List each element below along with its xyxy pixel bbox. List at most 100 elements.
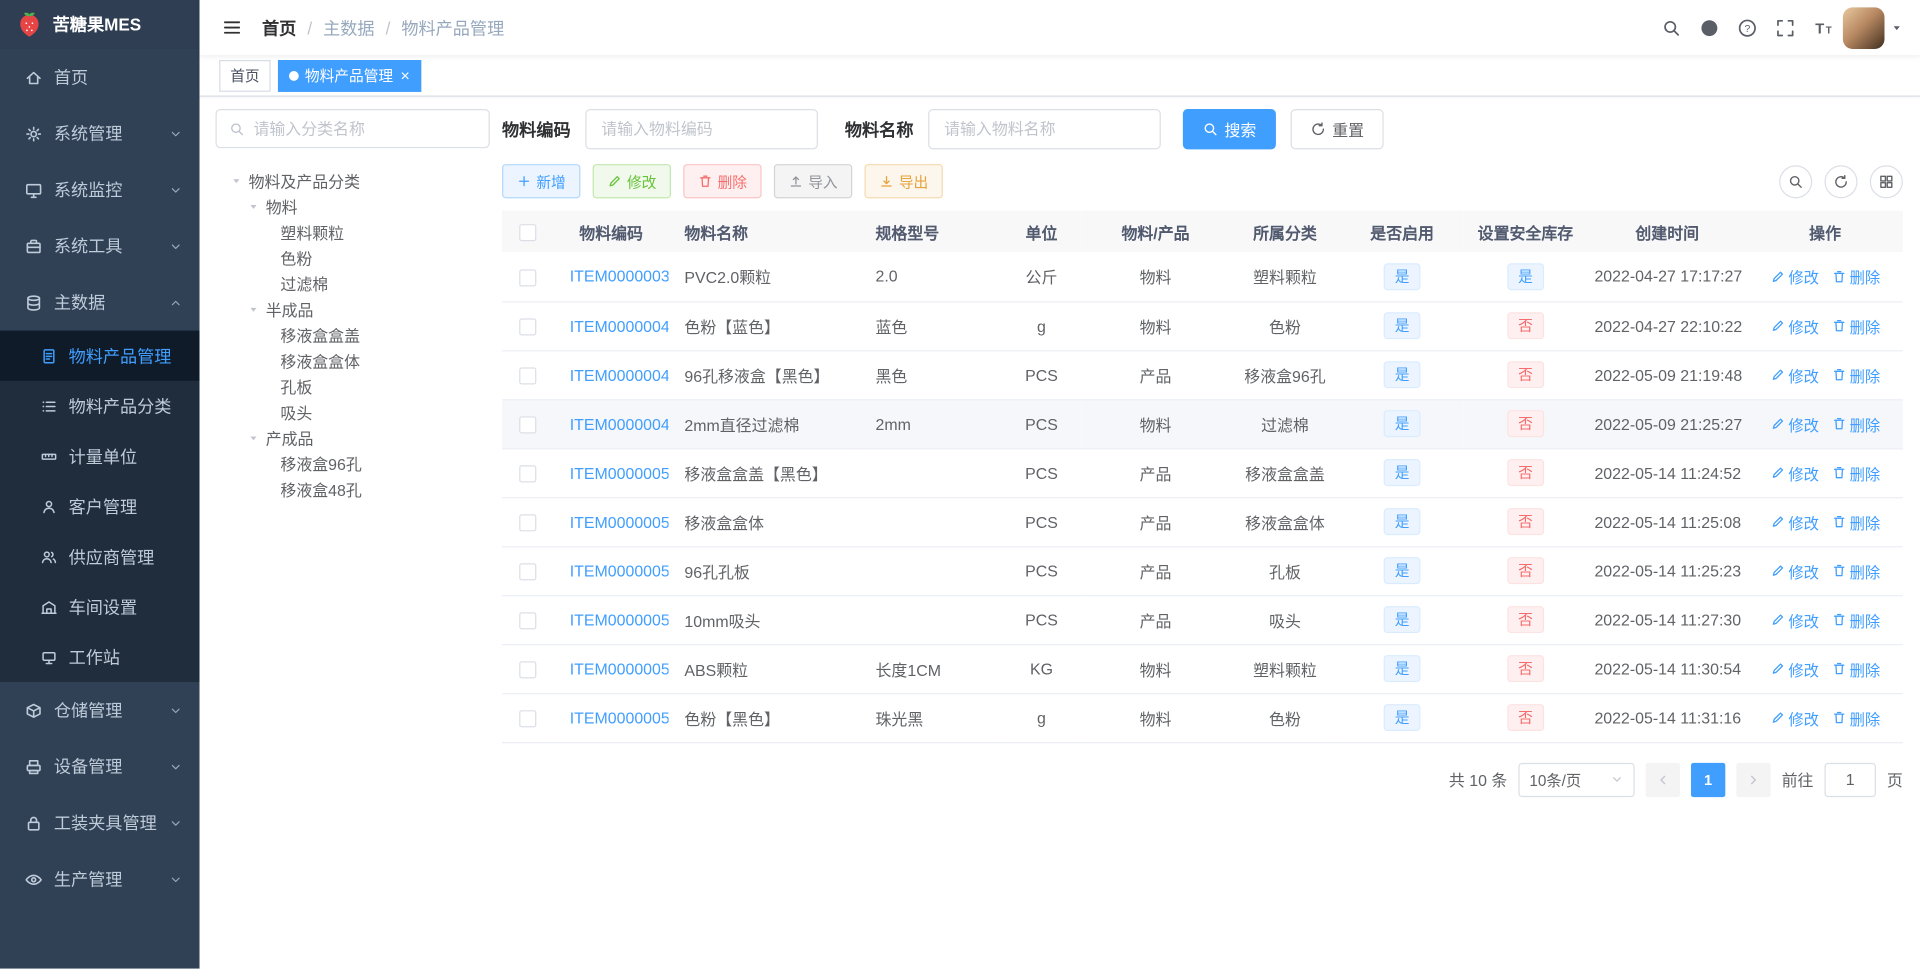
user-menu[interactable] [1842,6,1903,49]
row-edit-link[interactable]: 修改 [1770,706,1819,729]
table-row[interactable]: ITEM00000051 移液盒盒盖【黑色】 PCS 产品 移液盒盒盖 是 否 2022-05… [502,448,1903,498]
sidebar-subitem-supplier-management[interactable]: 供应商管理 [0,531,200,581]
sidebar-subitem-workshop-settings[interactable]: 车间设置 [0,582,200,632]
table-row[interactable]: ITEM00000049 2mm直径过滤棉 2mm PCS 物料 过滤棉 是 否 2022-05… [502,399,1903,449]
tree-node-12[interactable]: 移液盒48孔 [216,476,490,502]
tree-node-11[interactable]: 移液盒96孔 [216,451,490,477]
caret-down-icon[interactable] [247,432,265,444]
item-code-link[interactable]: ITEM00000051 [570,463,669,481]
tree-node-8[interactable]: 孔板 [216,373,490,399]
row-checkbox[interactable] [519,611,537,630]
table-row[interactable]: ITEM00000054 10mm吸头 PCS 产品 吸头 是 否 2022-05-14 11… [502,595,1903,645]
tree-node-1[interactable]: 物料 [216,193,490,219]
item-code-link[interactable]: ITEM00000053 [570,561,669,579]
caret-down-icon[interactable] [247,200,265,212]
fullscreen-icon[interactable] [1776,18,1796,38]
tree-node-9[interactable]: 吸头 [216,399,490,425]
row-delete-link[interactable]: 删除 [1831,657,1880,680]
breadcrumb-item[interactable]: 主数据 [323,15,374,39]
sidebar-item-production-management[interactable]: 生产管理 [0,851,200,907]
breadcrumb-item[interactable]: 物料产品管理 [401,15,504,39]
row-checkbox[interactable] [519,367,537,385]
sidebar-item-system-tools[interactable]: 系统工具 [0,218,200,274]
table-row[interactable]: ITEM00000037 PVC2.0颗粒 2.0 公斤 物料 塑料颗粒 是 是 2022-04… [502,252,1903,302]
row-edit-link[interactable]: 修改 [1770,314,1819,337]
hamburger-icon[interactable] [217,17,248,38]
tree-node-6[interactable]: 移液盒盒盖 [216,322,490,348]
close-icon[interactable]: × [400,66,409,84]
row-checkbox[interactable] [519,416,537,434]
row-edit-link[interactable]: 修改 [1770,510,1819,533]
font-size-icon[interactable]: TT [1813,18,1833,38]
search-button[interactable]: 搜索 [1182,108,1276,150]
row-edit-link[interactable]: 修改 [1770,461,1819,484]
avatar[interactable] [1842,6,1885,49]
row-checkbox[interactable] [519,465,537,483]
sidebar-item-system-management[interactable]: 系统管理 [0,105,200,161]
tree-node-7[interactable]: 移液盒盒体 [216,348,490,374]
edit-button[interactable]: 修改 [592,164,672,199]
item-code-link[interactable]: ITEM00000056 [570,708,669,726]
caret-down-icon[interactable] [247,303,265,315]
item-code-link[interactable]: ITEM00000055 [570,659,669,677]
tab-1[interactable]: 物料产品管理 × [277,59,421,92]
row-checkbox[interactable] [519,660,537,679]
row-delete-link[interactable]: 删除 [1831,706,1880,729]
help-icon[interactable]: ? [1738,18,1758,38]
row-edit-link[interactable]: 修改 [1770,412,1819,435]
import-button[interactable]: 导入 [773,164,853,199]
sidebar-subitem-material-product-management[interactable]: 物料产品管理 [0,330,200,381]
category-search-input[interactable] [253,119,477,138]
row-checkbox[interactable] [519,268,537,286]
item-code-link[interactable]: ITEM00000041 [570,317,669,335]
select-all-checkbox[interactable] [519,223,537,241]
toggle-search-button[interactable] [1779,164,1813,198]
sidebar-item-system-monitor[interactable]: 系统监控 [0,162,200,218]
row-delete-link[interactable]: 删除 [1831,461,1880,484]
current-page-button[interactable]: 1 [1690,762,1726,797]
tree-node-4[interactable]: 过滤棉 [216,271,490,297]
sidebar-subitem-workstation[interactable]: 工作站 [0,632,200,682]
table-row[interactable]: ITEM00000053 96孔孔板 PCS 产品 孔板 是 否 2022-05-14 11:… [502,546,1903,596]
sidebar-subitem-material-product-category[interactable]: 物料产品分类 [0,381,200,431]
row-checkbox[interactable] [519,709,537,728]
sidebar-item-equipment-management[interactable]: 设备管理 [0,738,200,794]
row-delete-link[interactable]: 删除 [1831,559,1880,582]
sidebar-subitem-measurement-unit[interactable]: 计量单位 [0,431,200,481]
row-delete-link[interactable]: 删除 [1831,608,1880,631]
row-delete-link[interactable]: 删除 [1831,510,1880,533]
row-checkbox[interactable] [519,562,537,581]
tree-node-2[interactable]: 塑料颗粒 [216,219,490,245]
row-edit-link[interactable]: 修改 [1770,265,1819,288]
table-row[interactable]: ITEM00000056 色粉【黑色】 珠光黑 g 物料 色粉 是 否 2022-05-14 1… [502,693,1903,743]
row-edit-link[interactable]: 修改 [1770,657,1819,680]
sidebar-item-home[interactable]: 首页 [0,49,200,105]
sidebar-item-warehouse-management[interactable]: 仓储管理 [0,682,200,738]
delete-button[interactable]: 删除 [683,164,762,199]
tab-0[interactable]: 首页 [219,59,271,92]
breadcrumb-item[interactable]: 首页 [262,15,296,39]
next-page-button[interactable] [1736,762,1771,797]
row-delete-link[interactable]: 删除 [1831,314,1880,337]
columns-setting-button[interactable] [1869,164,1903,198]
table-row[interactable]: ITEM00000055 ABS颗粒 长度1CM KG 物料 塑料颗粒 是 否 2022-05-… [502,644,1903,694]
caret-down-icon[interactable] [230,174,248,186]
name-filter-input[interactable] [928,108,1161,150]
prev-page-button[interactable] [1645,762,1680,797]
add-button[interactable]: 新增 [502,164,581,199]
row-edit-link[interactable]: 修改 [1770,608,1819,631]
table-row[interactable]: ITEM00000052 移液盒盒体 PCS 产品 移液盒盒体是否 2022-05-14 … [502,497,1903,547]
reset-button[interactable]: 重置 [1290,108,1384,150]
table-row[interactable]: ITEM00000041 色粉【蓝色】 蓝色 g 物料 色粉 是 否 2022-04-27 22… [502,301,1903,351]
search-icon[interactable] [1662,18,1682,38]
tree-node-10[interactable]: 产成品 [216,425,490,451]
item-code-link[interactable]: ITEM00000037 [570,267,669,285]
goto-page-input[interactable] [1824,762,1876,797]
refresh-table-button[interactable] [1824,164,1858,198]
app-logo[interactable]: 苦糖果MES [0,0,200,49]
page-size-select[interactable]: 10条/页 [1518,762,1635,797]
row-delete-link[interactable]: 删除 [1831,363,1880,386]
table-row[interactable]: ITEM00000046 96孔移液盒【黑色】 黑色 PCS 产品 移液盒96孔 是 否 202… [502,350,1903,400]
item-code-link[interactable]: ITEM00000049 [570,414,669,432]
sidebar-item-fixture-management[interactable]: 工装夹具管理 [0,795,200,851]
